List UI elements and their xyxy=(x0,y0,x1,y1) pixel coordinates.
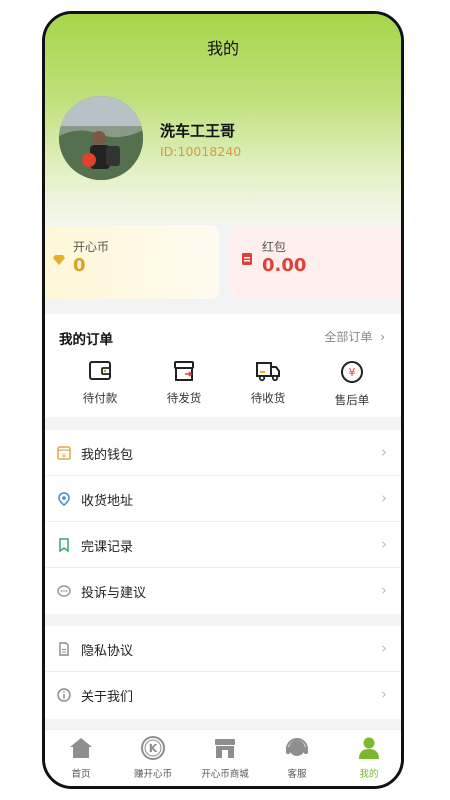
chevron-right-icon: › xyxy=(381,489,387,507)
menu-label: 关于我们 xyxy=(81,690,134,705)
tab-mine[interactable]: 我的 xyxy=(333,736,401,780)
chevron-right-icon: › xyxy=(381,443,387,461)
bottom-tab-bar: 首页 K 赚开心币 开心币商城 客服 我的 xyxy=(45,729,401,786)
menu-row-address[interactable]: 收货地址 › xyxy=(45,476,401,522)
coin-card[interactable]: 开心币 0 xyxy=(45,225,219,299)
tab-label: 我的 xyxy=(359,769,379,780)
red-packet-card[interactable]: 红包 0.00 xyxy=(230,225,401,299)
orders-title: 我的订单 xyxy=(59,332,113,348)
order-item-label: 待发货 xyxy=(166,391,202,405)
tab-label: 客服 xyxy=(287,769,307,780)
svg-text:¥: ¥ xyxy=(62,452,67,460)
bookmark-icon xyxy=(57,537,71,556)
store-icon xyxy=(212,739,238,764)
red-packet-value: 0.00 xyxy=(262,255,307,276)
phone-frame: 我的 洗车工王哥 ID:10018240 开心币 0 红包 0.00 我的订单 … xyxy=(42,11,404,789)
chat-bubble-icon xyxy=(57,583,71,602)
order-item-label: 售后单 xyxy=(334,393,370,407)
svg-text:K: K xyxy=(149,742,158,755)
profile-header: 我的 洗车工王哥 ID:10018240 xyxy=(45,14,401,224)
refund-icon: ¥ xyxy=(340,361,364,388)
menu-row-feedback[interactable]: 投诉与建议 › xyxy=(45,568,401,614)
order-pending-shipment[interactable]: 待发货 xyxy=(154,360,214,406)
order-pending-receipt[interactable]: 待收货 xyxy=(238,360,298,406)
user-id: ID:10018240 xyxy=(160,144,242,159)
menu-label: 隐私协议 xyxy=(81,644,134,659)
menu-row-about[interactable]: 关于我们 › xyxy=(45,672,401,718)
tab-earn-coins[interactable]: K 赚开心币 xyxy=(117,736,189,780)
order-item-label: 待付款 xyxy=(82,391,118,405)
menu-row-wallet[interactable]: ¥ 我的钱包 › xyxy=(45,430,401,476)
tab-label: 赚开心币 xyxy=(133,769,172,780)
menu-row-privacy[interactable]: 隐私协议 › xyxy=(45,626,401,672)
chevron-right-icon: › xyxy=(381,639,387,657)
avatar[interactable] xyxy=(59,96,143,180)
chevron-right-icon: › xyxy=(381,685,387,703)
tab-coin-store[interactable]: 开心币商城 xyxy=(189,736,261,780)
truck-icon xyxy=(255,362,281,386)
menu-label: 完课记录 xyxy=(81,540,134,555)
chevron-right-icon: › xyxy=(380,330,385,344)
username: 洗车工王哥 xyxy=(160,122,236,140)
person-icon xyxy=(356,737,382,764)
order-item-label: 待收货 xyxy=(250,391,286,405)
home-icon xyxy=(68,738,94,764)
svg-text:¥: ¥ xyxy=(349,366,356,379)
page-title: 我的 xyxy=(206,39,239,58)
wallet-card-icon xyxy=(88,361,112,386)
tab-customer-service[interactable]: 客服 xyxy=(261,736,333,780)
chevron-right-icon: › xyxy=(381,535,387,553)
tab-home[interactable]: 首页 xyxy=(45,736,117,780)
info-icon xyxy=(57,687,71,706)
menu-row-course-records[interactable]: 完课记录 › xyxy=(45,522,401,568)
order-pending-payment[interactable]: 待付款 xyxy=(70,360,130,406)
chevron-right-icon: › xyxy=(381,581,387,599)
all-orders-label: 全部订单 xyxy=(324,330,373,344)
orders-section: 我的订单 全部订单 › 待付款 待发货 待收货 ¥ 售后单 xyxy=(45,314,401,417)
tab-label: 首页 xyxy=(71,769,91,780)
all-orders-link[interactable]: 全部订单 › xyxy=(324,328,385,345)
menu-group-1: ¥ 我的钱包 › 收货地址 › 完课记录 › 投诉与建议 › xyxy=(45,430,401,614)
box-icon xyxy=(172,361,196,386)
coin-value: 0 xyxy=(73,255,86,276)
diamond-icon xyxy=(53,250,65,269)
headset-icon xyxy=(284,738,310,764)
order-after-sales[interactable]: ¥ 售后单 xyxy=(322,360,382,408)
document-icon xyxy=(57,641,71,660)
wallet-icon: ¥ xyxy=(57,445,71,464)
menu-label: 我的钱包 xyxy=(81,448,134,463)
menu-label: 收货地址 xyxy=(81,494,134,509)
location-pin-icon xyxy=(57,491,71,510)
coin-label: 开心币 xyxy=(73,240,110,254)
menu-label: 投诉与建议 xyxy=(81,586,147,601)
red-packet-label: 红包 xyxy=(262,240,287,254)
tab-label: 开心币商城 xyxy=(201,769,249,780)
menu-group-2: 隐私协议 › 关于我们 › xyxy=(45,626,401,719)
k-coin-icon: K xyxy=(140,736,166,764)
red-envelope-icon xyxy=(242,250,252,269)
